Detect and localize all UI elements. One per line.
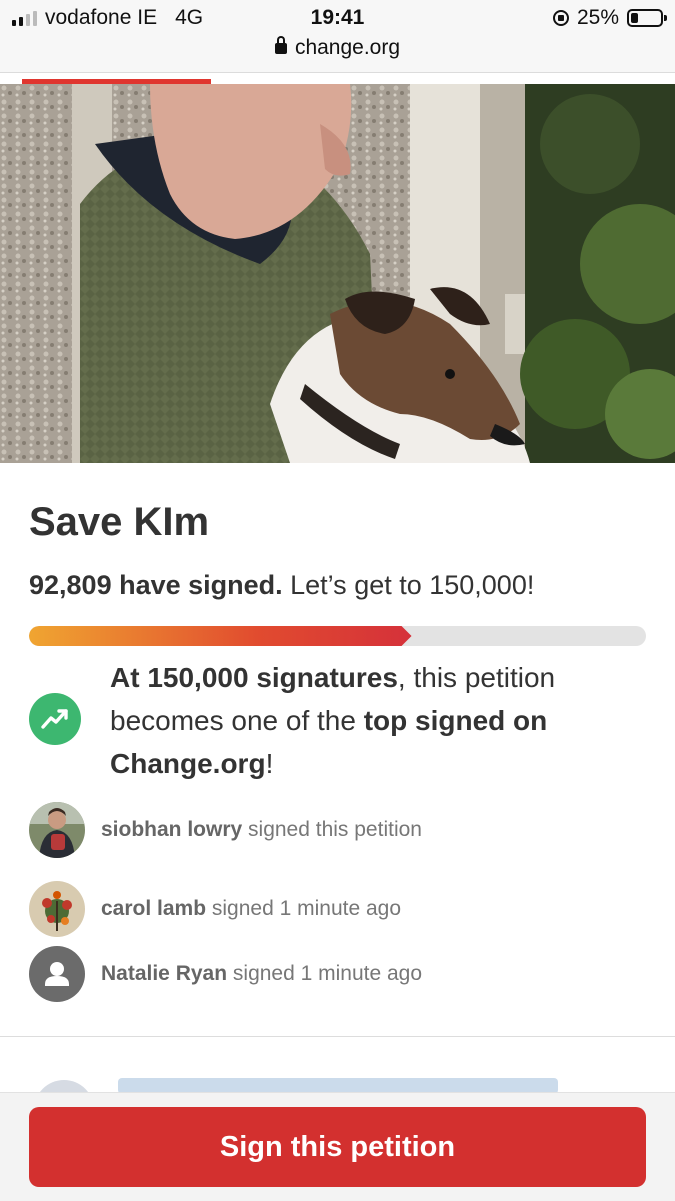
battery-icon <box>627 9 667 27</box>
section-divider <box>0 1036 675 1037</box>
recent-signer-item: siobhan lowry signed this petition <box>29 802 422 858</box>
signer-action: signed 1 minute ago <box>227 962 423 985</box>
signer-text: carol lamb signed 1 minute ago <box>101 897 401 921</box>
url-text: change.org <box>294 36 401 59</box>
signer-name: Natalie Ryan <box>101 962 228 985</box>
signature-count: 92,809 have signed. Let’s get to 150,000… <box>29 570 534 601</box>
recent-signer-item: Natalie Ryan signed 1 minute ago <box>29 946 422 1002</box>
signer-action: signed this petition <box>242 818 422 841</box>
signer-text: Natalie Ryan signed 1 minute ago <box>101 962 422 986</box>
trending-up-icon <box>29 693 81 745</box>
signer-text: siobhan lowry signed this petition <box>101 818 422 842</box>
recent-signer-item: carol lamb signed 1 minute ago <box>29 881 401 937</box>
petition-title: Save KIm <box>29 500 210 544</box>
sign-petition-button[interactable]: Sign this petition <box>29 1107 646 1187</box>
default-user-icon <box>29 946 85 1002</box>
milestone-text-4: ! <box>265 748 274 779</box>
signer-name: carol lamb <box>101 897 207 920</box>
avatar <box>29 881 85 937</box>
signed-count-text: 92,809 have signed. <box>29 570 283 600</box>
signer-name: siobhan lowry <box>101 818 243 841</box>
lock-icon <box>274 36 287 54</box>
browser-top-bar: vodafone IE 4G 19:41 25% change.org <box>0 0 675 73</box>
address-bar[interactable]: change.org <box>0 36 675 60</box>
status-right: 25% <box>552 6 667 30</box>
goal-text: Let’s get to 150,000! <box>282 570 535 600</box>
avatar <box>29 802 85 858</box>
milestone-message: At 150,000 signatures, this petition bec… <box>110 656 650 785</box>
milestone-bold-1: At 150,000 signatures <box>110 662 398 693</box>
sticky-footer: Sign this petition <box>0 1092 675 1201</box>
signer-action: signed 1 minute ago <box>206 897 402 920</box>
signature-progress-fill <box>29 626 412 646</box>
rotation-lock-icon <box>552 10 569 26</box>
signature-progress-bar <box>29 626 646 646</box>
petition-photo <box>0 84 675 463</box>
battery-percent: 25% <box>576 6 619 29</box>
